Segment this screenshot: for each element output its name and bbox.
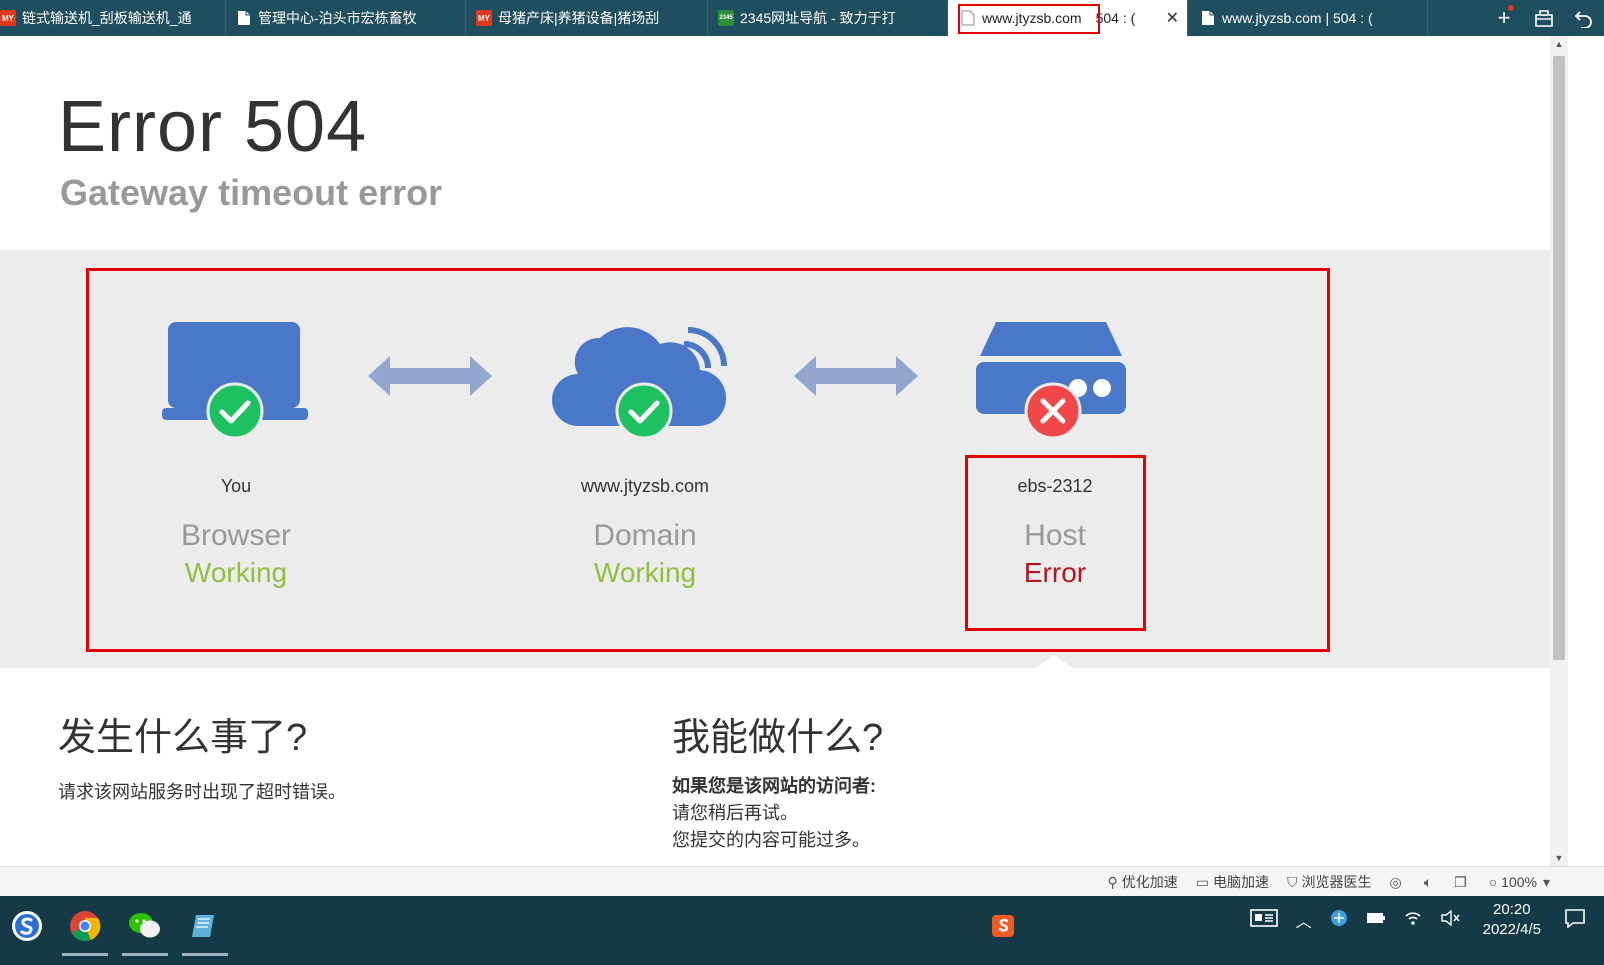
tab-title: 管理中心-泊头市宏栋畜牧 — [258, 10, 417, 26]
battery-icon[interactable] — [1366, 911, 1386, 929]
hero-section: Error 504 Gateway timeout error — [0, 36, 1550, 250]
node-role: Host — [1024, 519, 1086, 552]
zoom-control[interactable]: ○ 100% ▾ — [1489, 874, 1554, 891]
tab-bar: MY 链式输送机_刮板输送机_通 管理中心-泊头市宏栋畜牧 MY 母猪产床|养猪… — [0, 0, 1604, 36]
tab-4[interactable]: 2345 2345网址导航 - 致力于打 — [708, 0, 948, 36]
news-icon[interactable] — [1249, 908, 1278, 933]
wifi-icon[interactable] — [1404, 910, 1422, 931]
monitor-icon: ▭ — [1195, 873, 1209, 890]
sogou-icon[interactable] — [0, 904, 54, 948]
tab-tools: + — [1484, 0, 1604, 36]
page-icon — [236, 10, 252, 26]
node-browser: You Browser Working — [86, 476, 386, 589]
tab-title: 2345网址导航 - 致力于打 — [740, 10, 896, 26]
vr-glasses-button[interactable]: ◎ — [1390, 874, 1406, 891]
scroll-up-icon[interactable]: ▲ — [1550, 36, 1568, 52]
tab-3[interactable]: MY 母猪产床|养猪设备|猪场刮 — [466, 0, 708, 36]
status-item-label: 电脑加速 — [1213, 874, 1269, 890]
visitor-subheading: 如果您是该网站的访问者: — [672, 776, 876, 796]
scroll-thumb[interactable] — [1553, 56, 1565, 660]
rocket-icon: ⚲ — [1107, 873, 1118, 890]
my-logo-icon: MY — [476, 10, 492, 26]
node-role: Browser — [180, 519, 292, 552]
node-location: www.jtyzsb.com — [580, 476, 710, 496]
clock-time: 20:20 — [1493, 901, 1531, 918]
node-domain: www.jtyzsb.com Domain Working — [495, 476, 795, 589]
notification-dot — [1508, 5, 1514, 11]
window-mode-button[interactable]: ❐ — [1454, 874, 1471, 891]
windows-taskbar: ︿ 20:20 2022/4/5 — [0, 896, 1604, 965]
advice-line: 您提交的内容可能过多。 — [672, 830, 870, 850]
zoom-level: 100% — [1501, 874, 1537, 890]
page-subtitle: Gateway timeout error — [60, 172, 443, 213]
node-host: ebs-2312 Host Error — [905, 476, 1205, 589]
tab-5-active[interactable]: www.jtyzsb.com 504 : ( ✕ — [948, 0, 1188, 36]
chevron-down-icon: ▾ — [1542, 873, 1550, 890]
new-tab-icon[interactable]: + — [1484, 0, 1524, 36]
notepad-icon[interactable] — [178, 904, 232, 956]
page-title: Error 504 — [58, 87, 368, 167]
browser-tray-icon[interactable] — [1330, 909, 1348, 932]
undo-icon[interactable] — [1564, 0, 1604, 36]
shield-icon: ⛉ — [1287, 873, 1298, 890]
notification-icon[interactable] — [1564, 908, 1586, 933]
node-location: You — [220, 476, 252, 496]
what-can-i-do: 我能做什么? 如果您是该网站的访问者: 请您稍后再试。 您提交的内容可能过多。 — [672, 706, 883, 854]
chevron-up-icon[interactable]: ︿ — [1296, 908, 1312, 932]
tab-title: 母猪产床|养猪设备|猪场刮 — [498, 10, 660, 26]
error-cross-icon — [1024, 382, 1082, 445]
status-item-label: 优化加速 — [1121, 874, 1178, 890]
what-can-i-do-heading: 我能做什么? — [672, 717, 884, 759]
page-icon — [960, 10, 976, 26]
status-diagram: You Browser Working www.jtyzsb.com Domai… — [0, 250, 1550, 669]
optimize-speed-button[interactable]: ⚲ 优化加速 — [1108, 872, 1178, 892]
node-state: Error — [1023, 557, 1087, 588]
double-arrow-icon — [368, 354, 492, 403]
window-edge — [1568, 36, 1604, 866]
browser-doctor-button[interactable]: ⛉ 浏览器医生 — [1287, 872, 1372, 892]
advice-line: 请您稍后再试。 — [672, 803, 798, 823]
tab-title: 链式输送机_刮板输送机_通 — [22, 10, 192, 26]
clock[interactable]: 20:20 2022/4/5 — [1483, 900, 1541, 940]
chrome-icon[interactable] — [58, 904, 112, 956]
2345-logo-icon: 2345 — [718, 10, 734, 26]
what-happened-heading: 发生什么事了? — [58, 717, 308, 759]
node-role: Domain — [593, 519, 697, 552]
sound-button[interactable]: 🔈︎ — [1424, 874, 1436, 891]
restore-tabs-icon[interactable] — [1524, 0, 1564, 36]
magnifier-icon: ○ — [1488, 874, 1498, 890]
page-icon — [1200, 10, 1216, 26]
node-state: Working — [184, 557, 288, 588]
my-logo-icon: MY — [0, 10, 16, 26]
close-tab-icon[interactable]: ✕ — [1166, 8, 1179, 28]
node-location: ebs-2312 — [1017, 476, 1093, 496]
tab-title: www.jtyzsb.com | 504 : ( — [1222, 10, 1373, 26]
pointer-notch — [1034, 655, 1074, 669]
volume-muted-icon[interactable] — [1440, 909, 1460, 931]
double-arrow-icon — [794, 354, 918, 403]
clock-date: 2022/4/5 — [1482, 921, 1541, 938]
window-icon: ❐ — [1454, 873, 1467, 890]
system-tray: ︿ 20:20 2022/4/5 — [1241, 896, 1604, 944]
browser-status-bar: ⚲ 优化加速 ▭ 电脑加速 ⛉ 浏览器医生 ◎ 🔈︎ ❐ ○ 100% ▾ — [0, 866, 1604, 896]
check-icon — [615, 382, 673, 445]
tab-2[interactable]: 管理中心-泊头市宏栋畜牧 — [226, 0, 466, 36]
what-happened-body: 请求该网站服务时出现了超时错误。 — [58, 782, 346, 802]
scroll-down-icon[interactable]: ▼ — [1550, 850, 1568, 866]
tab-1[interactable]: MY 链式输送机_刮板输送机_通 — [0, 0, 226, 36]
status-item-label: 浏览器医生 — [1301, 874, 1372, 890]
sogou-input-icon[interactable] — [976, 904, 1030, 948]
tab-6[interactable]: www.jtyzsb.com | 504 : ( — [1188, 0, 1428, 36]
speaker-icon: 🔈︎ — [1423, 873, 1433, 890]
check-icon — [206, 382, 264, 445]
vertical-scrollbar[interactable]: ▲ ▼ — [1550, 36, 1568, 866]
tab-title-suffix: 504 : ( — [1095, 10, 1136, 26]
wechat-icon[interactable] — [118, 904, 172, 956]
what-happened: 发生什么事了? 请求该网站服务时出现了超时错误。 — [58, 706, 346, 806]
tab-title: www.jtyzsb.com — [982, 10, 1082, 26]
pc-speedup-button[interactable]: ▭ 电脑加速 — [1196, 872, 1269, 892]
glasses-icon: ◎ — [1389, 873, 1402, 890]
node-state: Working — [593, 557, 697, 588]
